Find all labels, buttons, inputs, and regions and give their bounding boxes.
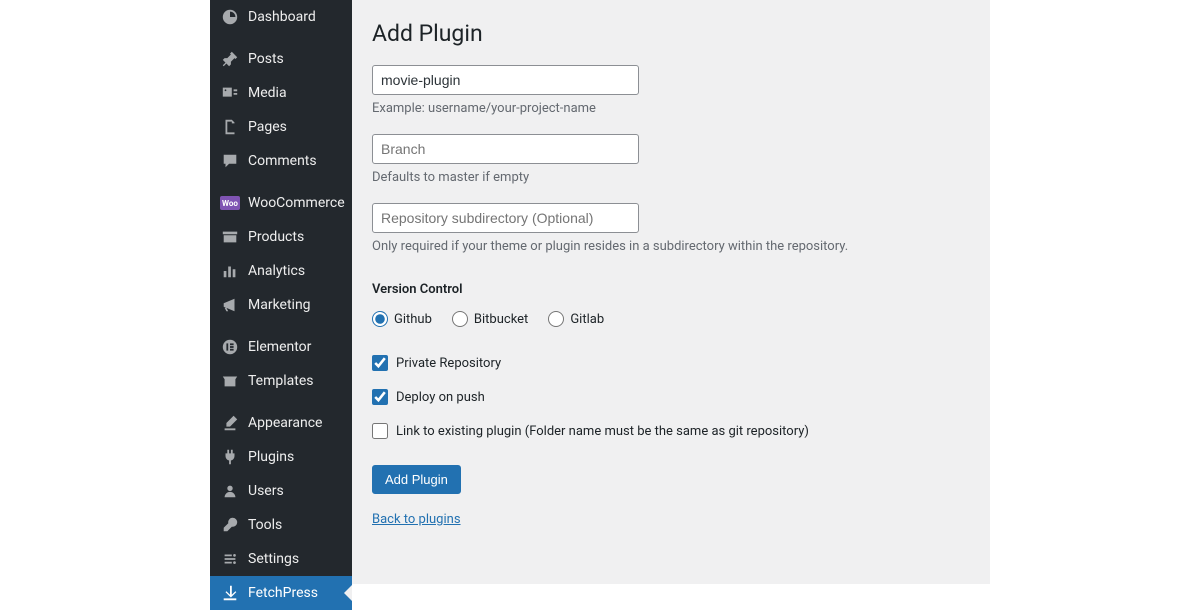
radio-label: Github bbox=[394, 312, 432, 327]
pin-icon bbox=[220, 49, 240, 69]
analytics-icon bbox=[220, 261, 240, 281]
sidebar-item-appearance[interactable]: Appearance bbox=[210, 406, 352, 440]
sidebar-item-fetchpress[interactable]: FetchPress bbox=[210, 576, 352, 610]
sidebar-item-label: Plugins bbox=[248, 449, 294, 465]
branch-input[interactable] bbox=[372, 134, 639, 164]
sidebar-item-label: WooCommerce bbox=[248, 195, 345, 211]
sidebar-item-label: Pages bbox=[248, 119, 287, 135]
sidebar-item-label: Elementor bbox=[248, 339, 311, 355]
sidebar-item-label: Users bbox=[248, 483, 284, 499]
sidebar-item-media[interactable]: Media bbox=[210, 76, 352, 110]
checkbox-link-existing[interactable]: Link to existing plugin (Folder name mus… bbox=[372, 423, 970, 439]
sidebar-item-marketing[interactable]: Marketing bbox=[210, 288, 352, 322]
sidebar-item-label: Templates bbox=[248, 373, 314, 389]
pages-icon bbox=[220, 117, 240, 137]
sidebar-item-comments[interactable]: Comments bbox=[210, 144, 352, 178]
sidebar-item-label: Analytics bbox=[248, 263, 305, 279]
radio-github-input[interactable] bbox=[372, 311, 388, 327]
sidebar-item-label: Settings bbox=[248, 551, 299, 567]
version-control-label: Version Control bbox=[372, 282, 970, 297]
sidebar-item-label: Comments bbox=[248, 153, 317, 169]
sidebar-item-posts[interactable]: Posts bbox=[210, 42, 352, 76]
sidebar-item-pages[interactable]: Pages bbox=[210, 110, 352, 144]
checkbox-link-input[interactable] bbox=[372, 423, 388, 439]
sidebar-item-dashboard[interactable]: Dashboard bbox=[210, 0, 352, 34]
radio-gitlab-input[interactable] bbox=[548, 311, 564, 327]
radio-bitbucket[interactable]: Bitbucket bbox=[452, 311, 528, 327]
radio-label: Bitbucket bbox=[474, 312, 528, 327]
radio-label: Gitlab bbox=[570, 312, 604, 327]
tools-icon bbox=[220, 515, 240, 535]
sidebar-item-label: Dashboard bbox=[248, 9, 316, 25]
checkbox-private-repo[interactable]: Private Repository bbox=[372, 355, 970, 371]
sidebar-item-label: Appearance bbox=[248, 415, 322, 431]
subdirectory-help: Only required if your theme or plugin re… bbox=[372, 239, 970, 254]
sidebar-item-settings[interactable]: Settings bbox=[210, 542, 352, 576]
sidebar-item-label: Media bbox=[248, 85, 287, 101]
radio-bitbucket-input[interactable] bbox=[452, 311, 468, 327]
sidebar-item-elementor[interactable]: Elementor bbox=[210, 330, 352, 364]
checkbox-deploy-input[interactable] bbox=[372, 389, 388, 405]
add-plugin-button[interactable]: Add Plugin bbox=[372, 465, 461, 494]
sidebar-item-label: Products bbox=[248, 229, 304, 245]
sidebar-item-label: Posts bbox=[248, 51, 284, 67]
sidebar-item-users[interactable]: Users bbox=[210, 474, 352, 508]
repository-help: Example: username/your-project-name bbox=[372, 101, 970, 116]
download-icon bbox=[220, 583, 240, 603]
back-to-plugins-link[interactable]: Back to plugins bbox=[372, 512, 461, 527]
admin-sidebar: Dashboard Posts Media Pages Comments Woo… bbox=[210, 0, 352, 584]
comments-icon bbox=[220, 151, 240, 171]
sidebar-item-analytics[interactable]: Analytics bbox=[210, 254, 352, 288]
elementor-icon bbox=[220, 337, 240, 357]
checkbox-label: Deploy on push bbox=[396, 390, 485, 405]
media-icon bbox=[220, 83, 240, 103]
radio-github[interactable]: Github bbox=[372, 311, 432, 327]
templates-icon bbox=[220, 371, 240, 391]
subdirectory-input[interactable] bbox=[372, 203, 639, 233]
sidebar-item-products[interactable]: Products bbox=[210, 220, 352, 254]
appearance-icon bbox=[220, 413, 240, 433]
checkbox-label: Link to existing plugin (Folder name mus… bbox=[396, 424, 809, 439]
checkbox-private-input[interactable] bbox=[372, 355, 388, 371]
products-icon bbox=[220, 227, 240, 247]
sidebar-item-label: Marketing bbox=[248, 297, 311, 313]
repository-input[interactable] bbox=[372, 65, 639, 95]
woo-icon: Woo bbox=[220, 193, 240, 213]
page-title: Add Plugin bbox=[372, 20, 970, 47]
sidebar-item-tools[interactable]: Tools bbox=[210, 508, 352, 542]
checkbox-label: Private Repository bbox=[396, 356, 501, 371]
sidebar-item-templates[interactable]: Templates bbox=[210, 364, 352, 398]
settings-icon bbox=[220, 549, 240, 569]
checkbox-deploy-push[interactable]: Deploy on push bbox=[372, 389, 970, 405]
marketing-icon bbox=[220, 295, 240, 315]
sidebar-item-woocommerce[interactable]: Woo WooCommerce bbox=[210, 186, 352, 220]
sidebar-item-label: FetchPress bbox=[248, 585, 318, 601]
dashboard-icon bbox=[220, 7, 240, 27]
version-control-options: Github Bitbucket Gitlab bbox=[372, 311, 970, 327]
plugins-icon bbox=[220, 447, 240, 467]
users-icon bbox=[220, 481, 240, 501]
branch-help: Defaults to master if empty bbox=[372, 170, 970, 185]
main-content: Add Plugin Example: username/your-projec… bbox=[352, 0, 990, 584]
radio-gitlab[interactable]: Gitlab bbox=[548, 311, 604, 327]
sidebar-item-label: Tools bbox=[248, 517, 282, 533]
sidebar-item-plugins[interactable]: Plugins bbox=[210, 440, 352, 474]
